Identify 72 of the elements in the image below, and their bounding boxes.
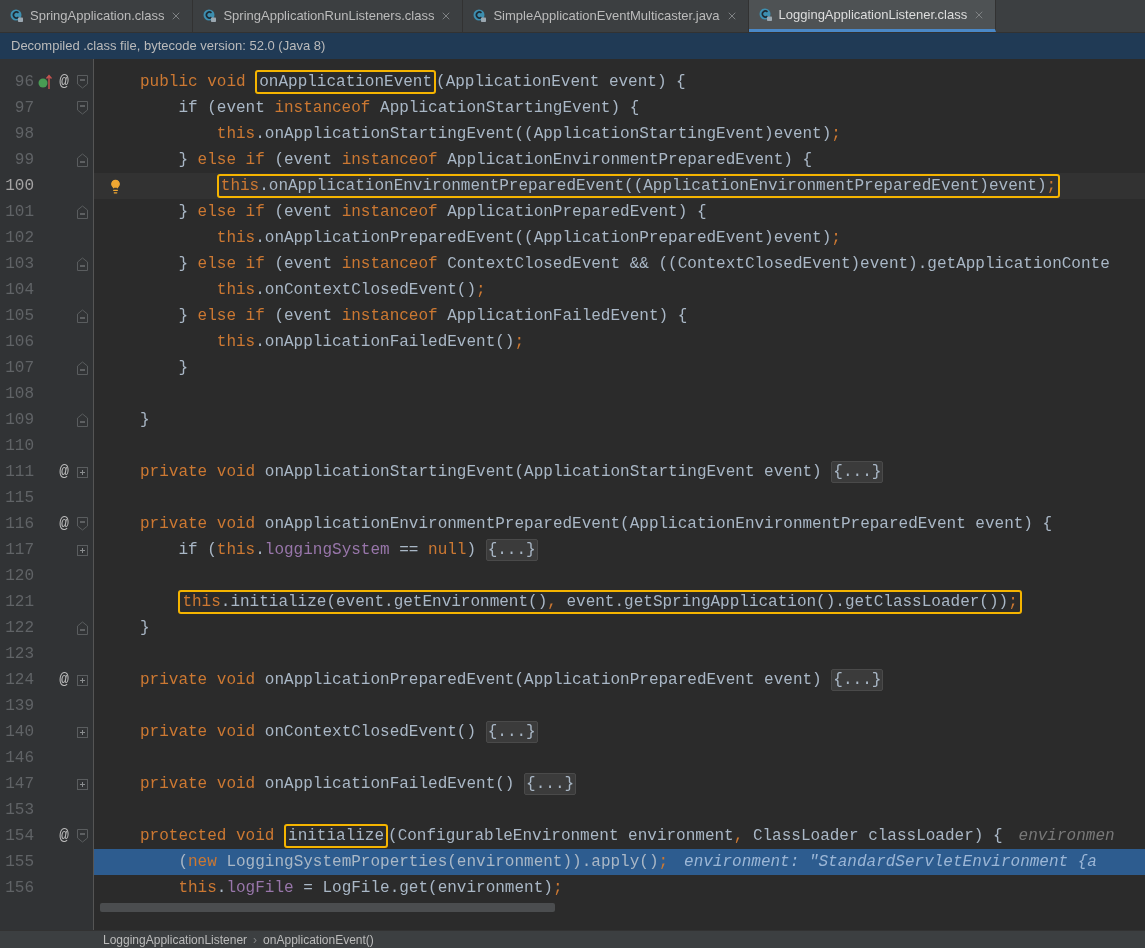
lightbulb-icon[interactable] <box>108 178 123 194</box>
debug-value-hint: environmen <box>1018 826 1115 847</box>
code-text: protected void <box>140 826 276 847</box>
code-text: this.onApplicationStartingEvent((ApplicationStartingEvent)event); <box>216 124 841 145</box>
class-file-icon <box>473 9 488 23</box>
fold-end-icon[interactable] <box>76 309 88 323</box>
gutter-marker[interactable]: @ <box>59 460 69 484</box>
class-file-icon <box>758 7 773 22</box>
code-text: (new LoggingSystemProperties(environment)).apply(); <box>178 852 669 873</box>
code-text: private void onApplicationFailedEvent() <box>140 774 516 795</box>
expand-icon[interactable] <box>76 544 88 556</box>
fold-end-icon[interactable] <box>76 257 88 271</box>
info-banner: Decompiled .class file, bytecode version: 52.0 (Java 8) <box>0 33 1145 59</box>
folded-code-button[interactable]: {...} <box>485 721 538 743</box>
code-text: private void onApplicationPreparedEvent(ApplicationPreparedEvent event) <box>140 670 823 691</box>
code-text: } else if (event instanceof ApplicationFailedEvent) { <box>178 306 688 327</box>
code-text: this.onApplicationPreparedEvent((ApplicationPreparedEvent)event); <box>216 228 841 249</box>
highlighted-code: this.initialize(event.getEnvironment(), event.getSpringApplication().getClassLoader()); <box>178 590 1022 614</box>
fold-end-icon[interactable] <box>76 413 88 427</box>
code-text: } else if (event instanceof ContextClosedEvent && ((ContextClosedEvent)event).getApplicationConte <box>178 254 1110 275</box>
class-file-icon <box>10 9 24 23</box>
fold-end-icon[interactable] <box>76 205 88 219</box>
code-text: } else if (event instanceof ApplicationEnvironmentPreparedEvent) { <box>178 150 813 171</box>
editor-tab[interactable]: SpringApplicationRunListeners.class <box>193 0 464 32</box>
fold-start-icon[interactable] <box>76 829 88 843</box>
editor-tab[interactable]: LoggingApplicationListener.class <box>748 0 997 32</box>
folded-code-button[interactable]: {...} <box>524 773 577 795</box>
breadcrumb-item[interactable]: onApplicationEvent() <box>263 930 374 948</box>
gutter-marker[interactable]: @ <box>59 70 69 94</box>
highlighted-code: this.onApplicationEnvironmentPreparedEvent((ApplicationEnvironmentPreparedEvent)event); <box>216 174 1061 198</box>
horizontal-scrollbar[interactable] <box>100 903 555 912</box>
code-text: private void onApplicationStartingEvent(ApplicationStartingEvent event) <box>140 462 823 483</box>
code-text: (ApplicationEvent event) { <box>436 72 686 93</box>
code-text: private void onContextClosedEvent() <box>140 722 478 743</box>
folded-code-button[interactable]: {...} <box>831 669 884 691</box>
code-text: } <box>140 618 150 639</box>
expand-icon[interactable] <box>76 778 88 790</box>
editor-tab[interactable]: SpringApplication.class <box>0 0 194 32</box>
breadcrumb-separator: › <box>253 931 258 948</box>
code-text: public void <box>140 72 247 93</box>
expand-icon[interactable] <box>76 674 88 686</box>
expand-icon[interactable] <box>76 726 88 738</box>
code-text: } <box>178 358 188 379</box>
fold-start-icon[interactable] <box>76 101 88 115</box>
code-text: this.onContextClosedEvent(); <box>216 280 486 301</box>
fold-end-icon[interactable] <box>76 621 88 635</box>
code-text: (ConfigurableEnvironment environment, ClassLoader classLoader) { <box>388 826 1003 847</box>
fold-start-icon[interactable] <box>76 517 88 531</box>
gutter-marker[interactable]: @ <box>59 668 69 692</box>
class-file-icon <box>203 9 218 23</box>
highlighted-code: initialize <box>284 824 389 848</box>
fold-end-icon[interactable] <box>76 361 88 375</box>
breadcrumb-item[interactable]: LoggingApplicationListener <box>103 930 248 948</box>
fold-end-icon[interactable] <box>76 153 88 167</box>
editor-tab[interactable]: SimpleApplicationEventMulticaster.java <box>463 0 749 32</box>
expand-icon[interactable] <box>76 466 88 478</box>
debug-value-hint: environment: "StandardServletEnvironment {a <box>684 852 1097 873</box>
code-text: private void onApplicationEnvironmentPreparedEvent(ApplicationEnvironmentPreparedEvent event) { <box>140 514 1053 535</box>
highlighted-code: onApplicationEvent <box>255 70 437 94</box>
folded-code-button[interactable]: {...} <box>485 539 538 561</box>
gutter-marker[interactable]: @ <box>59 824 69 848</box>
circle-arrow-up-icon[interactable] <box>38 74 52 90</box>
code-text: if (event instanceof ApplicationStartingEvent) { <box>178 98 640 119</box>
folded-code-button[interactable]: {...} <box>831 461 884 483</box>
code-text: this.logFile = LogFile.get(environment); <box>178 878 563 899</box>
gutter-marker[interactable]: @ <box>59 512 69 536</box>
line-number: 100 <box>4 176 34 197</box>
code-text: } else if (event instanceof ApplicationPreparedEvent) { <box>178 202 707 223</box>
code-text: } <box>140 410 150 431</box>
fold-start-icon[interactable] <box>76 75 88 89</box>
code-text: if (this.loggingSystem == null) <box>178 540 478 561</box>
code-text: this.onApplicationFailedEvent(); <box>216 332 525 353</box>
